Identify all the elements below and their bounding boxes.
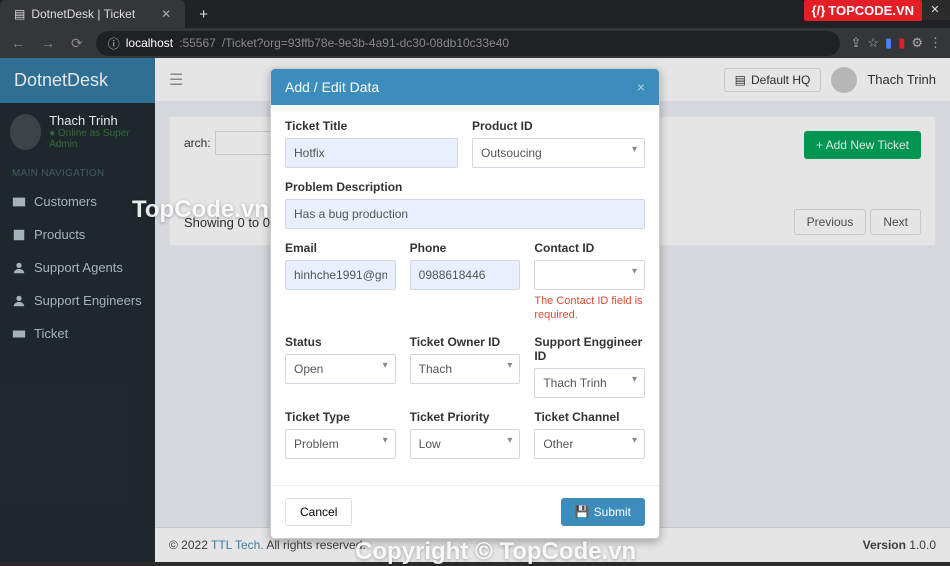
url-host: localhost	[126, 36, 173, 50]
new-tab-button[interactable]: +	[191, 4, 216, 25]
info-icon: ⓘ	[108, 35, 120, 52]
back-icon[interactable]: ←	[8, 35, 28, 51]
browser-tab[interactable]: ▤ DotnetDesk | Ticket ✕	[0, 0, 185, 28]
browser-toolbar: ← → ⟳ ⓘ localhost:55567/Ticket?org=93ffb…	[0, 28, 950, 58]
label-contact-id: Contact ID	[534, 241, 645, 255]
input-ticket-title[interactable]	[285, 138, 458, 168]
label-priority: Ticket Priority	[410, 410, 521, 424]
reload-icon[interactable]: ⟳	[68, 35, 86, 52]
label-ticket-type: Ticket Type	[285, 410, 396, 424]
input-phone[interactable]	[410, 260, 521, 290]
label-product-id: Product ID	[472, 119, 645, 133]
badge-icon: {/}	[812, 3, 826, 18]
label-owner-id: Ticket Owner ID	[410, 335, 521, 349]
error-contact-id: The Contact ID field is required.	[534, 294, 645, 323]
select-channel[interactable]: Other	[534, 429, 645, 459]
cancel-button[interactable]: Cancel	[285, 498, 352, 526]
select-status[interactable]: Open	[285, 354, 396, 384]
share-icon[interactable]: ⇪	[850, 35, 861, 51]
input-email[interactable]	[285, 260, 396, 290]
tab-favicon: ▤	[14, 7, 25, 21]
topcode-badge: {/} TOPCODE.VN	[804, 0, 922, 21]
extension-icons: ⇪ ☆ ▮ ▮ ⚙ ⋮	[850, 35, 942, 51]
modal-title: Add / Edit Data	[285, 79, 379, 95]
select-product-id[interactable]: Outsoucing	[472, 138, 645, 168]
app-shell: DotnetDesk Thach Trinh ● Online as Super…	[0, 58, 950, 562]
tab-close-icon[interactable]: ✕	[161, 7, 171, 21]
label-engineer-id: Support Enggineer ID	[534, 335, 645, 363]
select-owner-id[interactable]: Thach	[410, 354, 521, 384]
input-problem-desc[interactable]	[285, 199, 645, 229]
label-ticket-title: Ticket Title	[285, 119, 458, 133]
add-edit-modal: Add / Edit Data × Ticket Title Product I…	[270, 68, 660, 539]
select-priority[interactable]: Low	[410, 429, 521, 459]
ext-icon[interactable]: ▮	[885, 35, 892, 51]
save-icon: 💾	[575, 505, 590, 519]
tab-title: DotnetDesk | Ticket	[31, 7, 135, 21]
ext-icon[interactable]: ▮	[898, 35, 905, 51]
forward-icon[interactable]: →	[38, 35, 58, 51]
modal-close-icon[interactable]: ×	[637, 79, 645, 95]
submit-button[interactable]: 💾Submit	[561, 498, 645, 526]
menu-icon[interactable]: ⋮	[929, 35, 942, 51]
url-path: /Ticket?org=93ffb78e-9e3b-4a91-dc30-08db…	[222, 36, 509, 50]
label-email: Email	[285, 241, 396, 255]
star-icon[interactable]: ☆	[867, 35, 879, 51]
label-phone: Phone	[410, 241, 521, 255]
label-status: Status	[285, 335, 396, 349]
select-engineer-id[interactable]: Thach Trinh	[534, 368, 645, 398]
close-icon[interactable]: ✕	[920, 0, 950, 20]
select-contact-id[interactable]	[534, 260, 645, 290]
ext-icon[interactable]: ⚙	[911, 35, 923, 51]
url-bar[interactable]: ⓘ localhost:55567/Ticket?org=93ffb78e-9e…	[96, 31, 841, 56]
label-problem-desc: Problem Description	[285, 180, 645, 194]
label-channel: Ticket Channel	[534, 410, 645, 424]
select-ticket-type[interactable]: Problem	[285, 429, 396, 459]
